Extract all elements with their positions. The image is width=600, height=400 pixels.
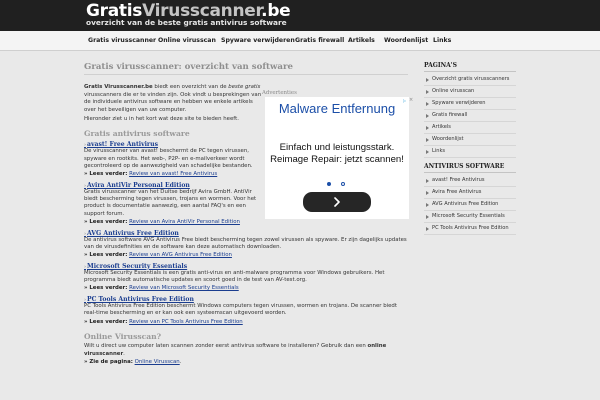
sidebar-item-online-virusscan[interactable]: Online virusscan xyxy=(424,86,516,98)
online-text-b: . xyxy=(123,350,125,357)
intro-part-b: virusscanners die er te vinden zijn. Ook… xyxy=(84,91,262,113)
entry-desc-avira: Gratis virusscanner van het Duitse bedri… xyxy=(84,188,257,217)
read-more-label: » Lees verder: xyxy=(84,252,128,259)
sidebar-item-pctools[interactable]: PC Tools Antivirus Free Edition xyxy=(424,223,516,235)
ad-label: Advertenties xyxy=(262,90,297,96)
sidebar: PAGINA'S Overzicht gratis virusscanners … xyxy=(424,62,516,400)
sidebar-item-firewall[interactable]: Gratis firewall xyxy=(424,110,516,122)
see-page-after: . xyxy=(179,358,182,365)
entry-title-text: PC Tools Antivirus Free Edition xyxy=(87,296,194,304)
sidebar-item-avast[interactable]: avast! Free Antivirus xyxy=(424,175,516,187)
intro-text: Gratis Virusscanner.be biedt een overzic… xyxy=(84,84,264,114)
see-page-label: » Zie de pagina: xyxy=(84,358,133,365)
ad-close-icon[interactable]: × xyxy=(409,98,414,103)
sidebar-item-links[interactable]: Links xyxy=(424,146,516,158)
read-more-label: » Lees verder: xyxy=(84,285,128,292)
ad-body: Einfach und leistungsstark. Reimage Repa… xyxy=(270,142,404,165)
sidebar-item-microsoft[interactable]: Microsoft Security Essentials xyxy=(424,211,516,223)
site-header: GratisVirusscanner.be overzicht van de b… xyxy=(0,0,600,31)
chevron-right-icon xyxy=(334,197,340,207)
sidebar-item-avg[interactable]: AVG Antivirus Free Edition xyxy=(424,199,516,211)
entry-title-text: AVG Antivirus Free Edition xyxy=(87,229,179,237)
read-more-avg: » Lees verder: Review van AVG Antivirus … xyxy=(84,252,408,260)
online-virusscan-link[interactable]: Online Virusscan xyxy=(135,359,180,365)
sidebar-heading-pages: PAGINA'S xyxy=(424,62,516,72)
sidebar-item-spyware[interactable]: Spyware verwijderen xyxy=(424,98,516,110)
entry-desc-avast: De virusscanner van avast! beschermt de … xyxy=(84,148,253,169)
ad-title[interactable]: Malware Entfernung xyxy=(265,101,409,117)
sidebar-item-overzicht[interactable]: Overzicht gratis virusscanners xyxy=(424,74,516,86)
sidebar-item-woordenlijst[interactable]: Woordenlijst xyxy=(424,134,516,146)
read-more-label: » Lees verder: xyxy=(84,171,128,178)
ad-next-button[interactable] xyxy=(303,192,371,212)
intro-emphasis: beste gratis xyxy=(228,84,261,90)
bullet-icon: › xyxy=(84,263,86,270)
advertisement-box[interactable]: ▷ × Malware Entfernung Einfach und leist… xyxy=(265,97,413,219)
entry-title-microsoft[interactable]: ›Microsoft Security Essentials xyxy=(84,263,408,270)
sidebar-heading-antivirus: ANTIVIRUS SOFTWARE xyxy=(424,163,516,173)
entry-title-avg[interactable]: ›AVG Antivirus Free Edition xyxy=(84,230,408,237)
entry-desc-avg: De antivirus software AVG Antivirus Free… xyxy=(84,236,407,250)
intro-site-name: Gratis Virusscanner.be xyxy=(84,84,153,90)
nav-woordenlijst[interactable]: Woordenlijst xyxy=(384,31,428,51)
review-link-pctools[interactable]: Review van PC Tools Antivirus Free Editi… xyxy=(129,319,243,325)
entry-title-text: Microsoft Security Essentials xyxy=(87,262,188,270)
online-scan-text: Wilt u direct uw computer laten scannen … xyxy=(84,343,408,358)
entry-title-pctools[interactable]: ›PC Tools Antivirus Free Edition xyxy=(84,296,408,303)
review-link-microsoft[interactable]: Review van Microsoft Security Essentials xyxy=(129,285,239,291)
see-page-online: » Zie de pagina: Online Virusscan. xyxy=(84,359,408,367)
main-nav: Gratis virusscanner Online virusscan Spy… xyxy=(0,31,600,51)
read-more-label: » Lees verder: xyxy=(84,219,128,226)
read-more-microsoft: » Lees verder: Review van Microsoft Secu… xyxy=(84,285,408,293)
nav-online-virusscan[interactable]: Online virusscan xyxy=(158,31,216,51)
nav-gratis-virusscanner[interactable]: Gratis virusscanner xyxy=(88,31,156,51)
site-tagline: overzicht van de beste gratis antivirus … xyxy=(86,18,287,27)
page-title: Gratis virusscanner: overzicht van softw… xyxy=(84,62,408,75)
nav-gratis-firewall[interactable]: Gratis firewall xyxy=(295,31,344,51)
review-link-avast[interactable]: Review van avast! Free Antivirus xyxy=(129,171,217,177)
carousel-dot-active[interactable] xyxy=(327,182,331,186)
review-link-avira[interactable]: Review van Avira AntiVir Personal Editio… xyxy=(129,219,240,225)
bullet-icon: › xyxy=(84,182,86,189)
nav-artikels[interactable]: Artikels xyxy=(348,31,375,51)
section-title-online: Online Virusscan? xyxy=(84,332,162,342)
online-text-a: Wilt u direct uw computer laten scannen … xyxy=(84,343,368,350)
bullet-icon: › xyxy=(84,230,86,237)
read-more-label: » Lees verder: xyxy=(84,318,128,325)
entry-title-text: avast! Free Antivirus xyxy=(87,141,159,149)
entry-title-text: Avira AntiVir Personal Edition xyxy=(87,181,190,189)
carousel-dot[interactable] xyxy=(341,182,345,186)
review-link-avg[interactable]: Review van AVG Antivirus Free Edition xyxy=(129,252,232,258)
nav-links[interactable]: Links xyxy=(433,31,451,51)
nav-spyware-verwijderen[interactable]: Spyware verwijderen xyxy=(221,31,295,51)
read-more-pctools: » Lees verder: Review van PC Tools Antiv… xyxy=(84,319,408,327)
entry-desc-pctools: PC Tools Antivirus Free Edition bescherm… xyxy=(84,303,397,317)
read-more-avira: » Lees verder: Review van Avira AntiVir … xyxy=(84,219,408,227)
intro-part-a: biedt een overzicht van de xyxy=(152,84,229,90)
sidebar-item-avira[interactable]: Avira Free Antivirus xyxy=(424,187,516,199)
sidebar-item-artikels[interactable]: Artikels xyxy=(424,122,516,134)
ad-carousel-dots xyxy=(321,182,353,188)
entry-desc-microsoft: Microsoft Security Essentials is een gra… xyxy=(84,269,385,284)
